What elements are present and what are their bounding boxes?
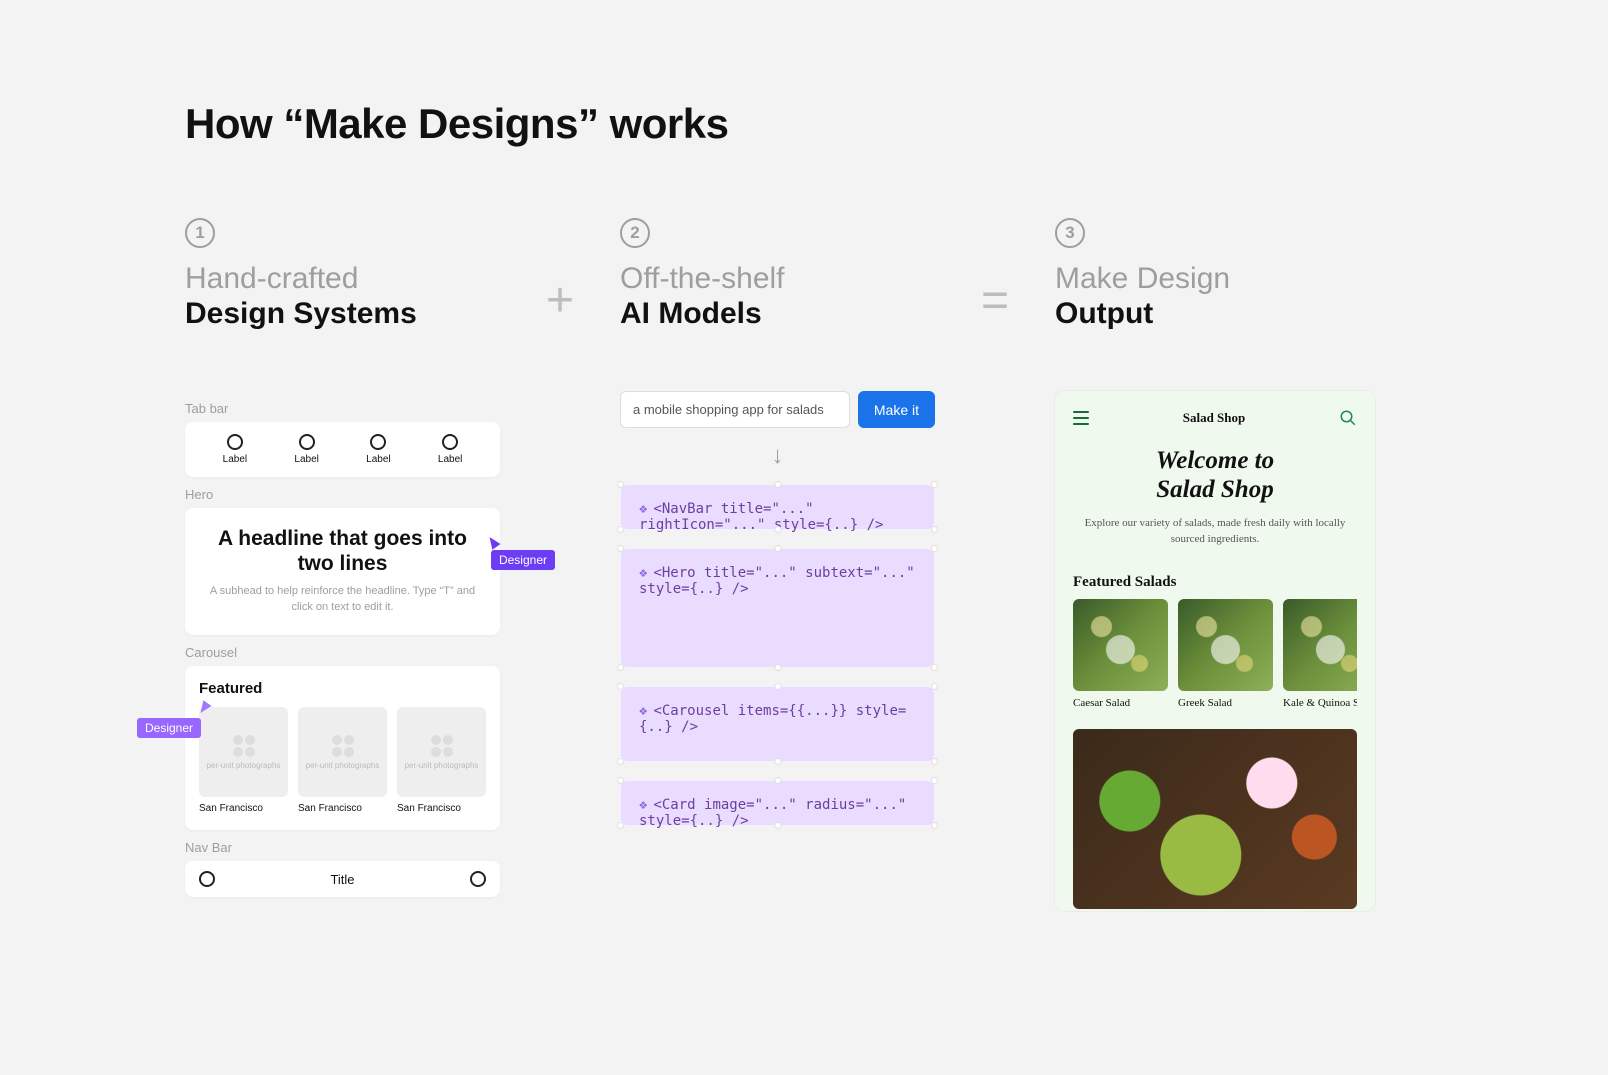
placeholder-image: per-unit photographs	[298, 707, 387, 797]
thumb-caption: per-unit photographs	[306, 761, 380, 770]
step-1-line1: Hand-crafted	[185, 262, 500, 297]
step-badge-2: 2	[620, 218, 650, 248]
hero-card: A headline that goes into two lines A su…	[185, 508, 500, 635]
tab-item: Label	[223, 434, 247, 465]
welcome-line2: Salad Shop	[1156, 476, 1273, 503]
salad-name: Caesar Salad	[1073, 697, 1168, 709]
salad-image	[1178, 599, 1273, 691]
carousel-item: per-unit photographs San Francisco	[397, 707, 486, 814]
salad-item[interactable]: Greek Salad	[1178, 599, 1273, 709]
carousel-item-label: San Francisco	[298, 803, 387, 814]
tab-label: Label	[294, 454, 318, 465]
salad-name: Greek Salad	[1178, 697, 1273, 709]
circle-icon	[299, 434, 315, 450]
placeholder-image: per-unit photographs	[397, 707, 486, 797]
component-label-hero: Hero	[185, 487, 500, 502]
search-icon[interactable]	[1339, 409, 1357, 427]
code-block-carousel: ❖<Carousel items={{...}} style={..} />	[620, 686, 935, 762]
code-text: <NavBar title="..." rightIcon="..." styl…	[639, 501, 883, 533]
columns-layout: 1 Hand-crafted Design Systems Tab bar La…	[185, 218, 1428, 911]
diamond-icon: ❖	[639, 797, 647, 813]
salad-name: Kale & Quinoa Salad	[1283, 697, 1357, 709]
component-label-tabbar: Tab bar	[185, 401, 500, 416]
designer-cursor-badge: Designer	[491, 550, 555, 570]
plus-operator: +	[540, 218, 580, 328]
app-title: Salad Shop	[1183, 410, 1246, 426]
carousel-heading: Featured	[199, 680, 486, 697]
salad-image	[1073, 599, 1168, 691]
equals-operator: =	[975, 218, 1015, 328]
tab-item: Label	[438, 434, 462, 465]
navbar-card: Title	[185, 861, 500, 897]
salad-item[interactable]: Caesar Salad	[1073, 599, 1168, 709]
step-1-line2: Design Systems	[185, 297, 500, 332]
salad-image	[1283, 599, 1357, 691]
carousel-card: Designer Featured per-unit photographs S…	[185, 666, 500, 830]
navbar-title: Title	[330, 872, 354, 887]
component-label-navbar: Nav Bar	[185, 840, 500, 855]
cursor-arrow-icon	[485, 534, 500, 550]
menu-icon[interactable]	[1073, 411, 1089, 425]
diamond-icon: ❖	[639, 501, 647, 517]
hero-title: A headline that goes into two lines	[201, 526, 484, 576]
step-3-line2: Output	[1055, 297, 1375, 332]
step-2-line1: Off-the-shelf	[620, 262, 935, 297]
page-title: How “Make Designs” works	[185, 100, 1428, 148]
hero-subtext: A subhead to help reinforce the headline…	[201, 584, 484, 615]
code-block-hero: ❖<Hero title="..." subtext="..." style={…	[620, 548, 935, 668]
column-2: 2 Off-the-shelf AI Models a mobile shopp…	[620, 218, 935, 844]
down-arrow-icon: ↓	[620, 442, 935, 470]
designer-cursor-badge: Designer	[137, 718, 201, 738]
carousel-item-label: San Francisco	[397, 803, 486, 814]
tab-label: Label	[438, 454, 462, 465]
circle-icon	[470, 871, 486, 887]
carousel-item: per-unit photographs San Francisco	[199, 707, 288, 814]
diamond-icon: ❖	[639, 703, 647, 719]
tab-item: Label	[294, 434, 318, 465]
step-badge-1: 1	[185, 218, 215, 248]
carousel-item-label: San Francisco	[199, 803, 288, 814]
thumb-caption: per-unit photographs	[405, 761, 479, 770]
make-it-button[interactable]: Make it	[858, 391, 935, 428]
diamond-icon: ❖	[639, 565, 647, 581]
code-text: <Hero title="..." subtext="..." style={.…	[639, 565, 915, 597]
output-mobile-preview: Salad Shop Welcome to Salad Shop Explore…	[1055, 391, 1375, 911]
tab-label: Label	[223, 454, 247, 465]
circle-icon	[370, 434, 386, 450]
code-text: <Carousel items={{...}} style={..} />	[639, 703, 906, 735]
tab-label: Label	[366, 454, 390, 465]
thumb-caption: per-unit photographs	[207, 761, 281, 770]
circle-icon	[199, 871, 215, 887]
prompt-input[interactable]: a mobile shopping app for salads	[620, 391, 850, 428]
step-2-line2: AI Models	[620, 297, 935, 332]
tabbar-card: Label Label Label Label	[185, 422, 500, 477]
code-block-card: ❖<Card image="..." radius="..." style={.…	[620, 780, 935, 826]
carousel-item: per-unit photographs San Francisco	[298, 707, 387, 814]
circle-icon	[442, 434, 458, 450]
column-1: 1 Hand-crafted Design Systems Tab bar La…	[185, 218, 500, 897]
step-3-line1: Make Design	[1055, 262, 1375, 297]
tab-item: Label	[366, 434, 390, 465]
featured-heading: Featured Salads	[1073, 574, 1357, 591]
welcome-subtext: Explore our variety of salads, made fres…	[1073, 515, 1357, 548]
column-3: 3 Make Design Output Salad Shop Welcome …	[1055, 218, 1375, 911]
salad-item[interactable]: Kale & Quinoa Salad	[1283, 599, 1357, 709]
step-badge-3: 3	[1055, 218, 1085, 248]
code-text: <Card image="..." radius="..." style={..…	[639, 797, 906, 829]
component-label-carousel: Carousel	[185, 645, 500, 660]
code-block-navbar: ❖<NavBar title="..." rightIcon="..." sty…	[620, 484, 935, 530]
circle-icon	[227, 434, 243, 450]
welcome-line1: Welcome to	[1156, 447, 1274, 474]
welcome-heading: Welcome to Salad Shop	[1073, 447, 1357, 505]
large-food-image	[1073, 729, 1357, 909]
placeholder-image: per-unit photographs	[199, 707, 288, 797]
